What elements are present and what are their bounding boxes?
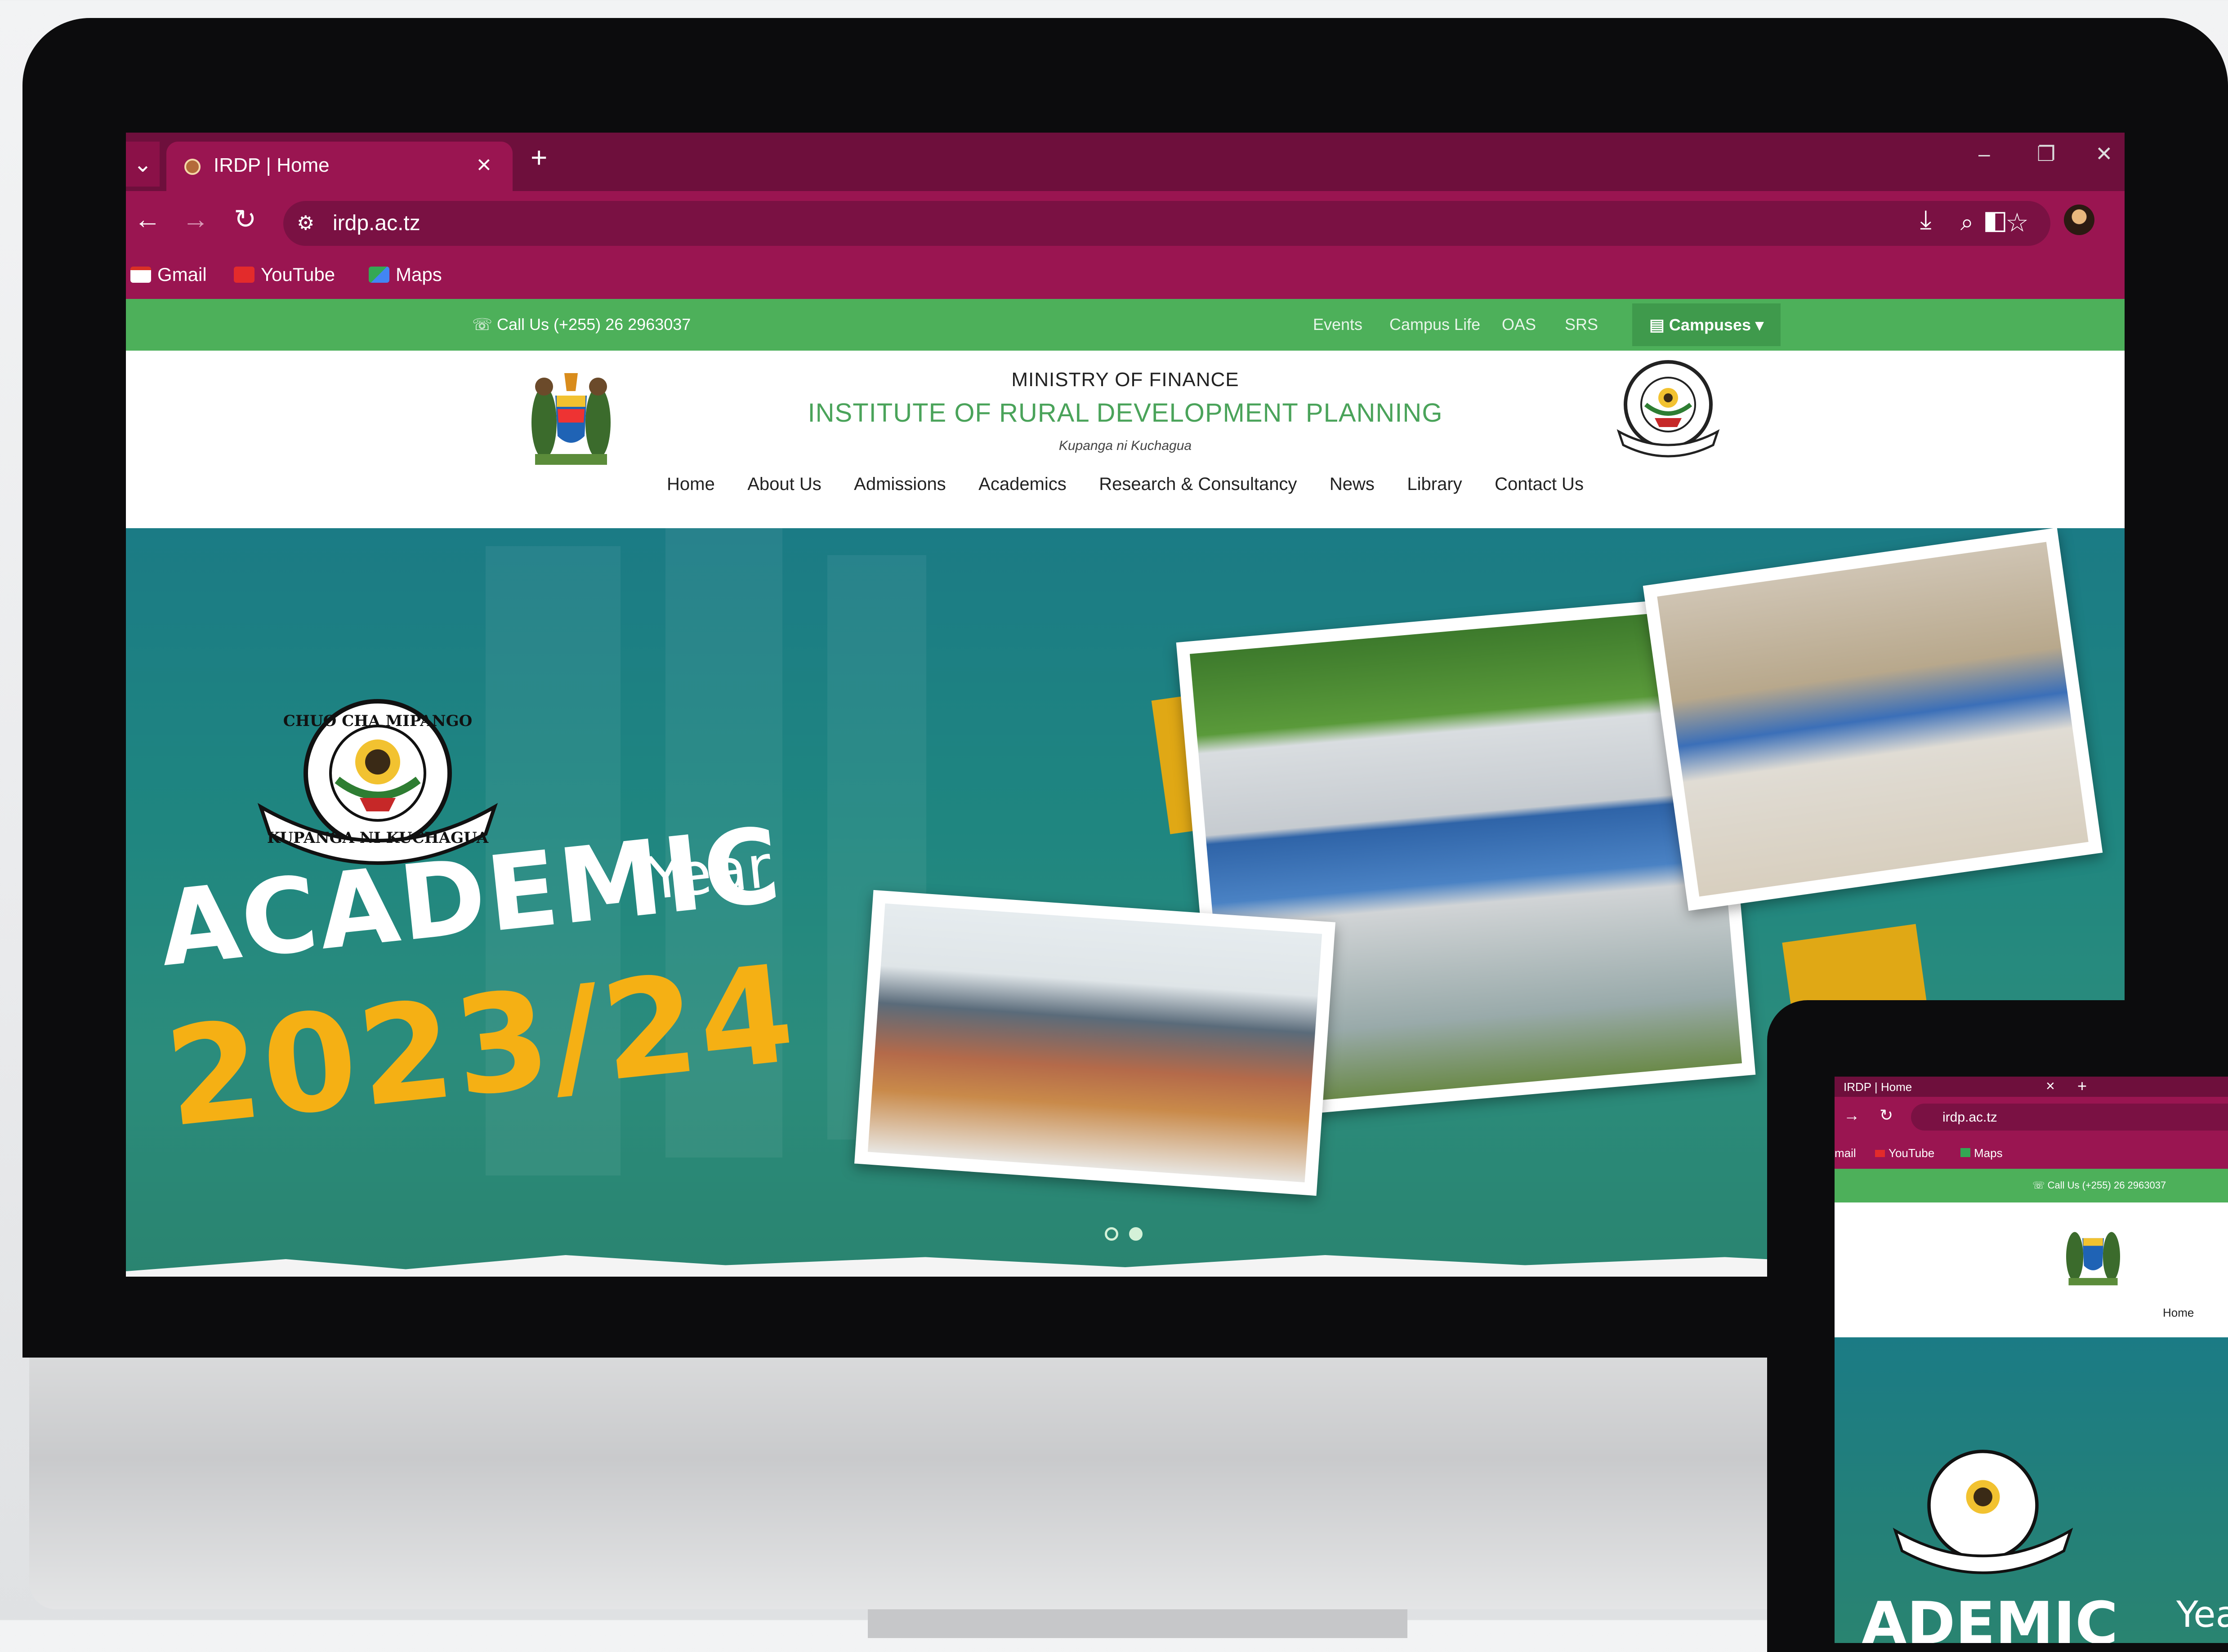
bookmark-maps[interactable]: Maps xyxy=(369,264,442,285)
topbar-link-srs[interactable]: SRS xyxy=(1565,315,1598,334)
tablet-toolbar: → ↻ irdp.ac.tz xyxy=(1835,1097,2228,1137)
url-text: irdp.ac.tz xyxy=(333,211,420,235)
browser-tab[interactable]: IRDP | Home × xyxy=(166,142,513,191)
youtube-icon xyxy=(234,267,255,283)
call-us-link[interactable]: ☏ Call Us (+255) 26 2963037 xyxy=(472,315,691,334)
slider-dot-1[interactable] xyxy=(1105,1227,1118,1241)
tablet-tab-strip: IRDP | Home × + xyxy=(1835,1077,2228,1097)
tablet-coat-of-arms[interactable] xyxy=(2059,1216,2127,1288)
irdp-seal-logo[interactable] xyxy=(1610,355,1727,463)
students-studying-photo xyxy=(1643,528,2103,911)
nav-about-us[interactable]: About Us xyxy=(747,474,822,494)
tablet-bookmarks-bar: mail YouTube Maps xyxy=(1835,1137,2228,1169)
side-panel-icon[interactable]: ◧ xyxy=(1983,205,2008,235)
tablet-screen: IRDP | Home × + → ↻ irdp.ac.tz mail YouT… xyxy=(1835,1077,2228,1643)
site-favicon-icon xyxy=(184,159,201,175)
tablet-hero-year-fragment: Yea xyxy=(2176,1594,2228,1635)
maps-icon xyxy=(1960,1148,1970,1157)
site-info-icon[interactable]: ⚙ xyxy=(297,210,324,237)
tab-search-button[interactable]: ⌄ xyxy=(126,142,160,187)
bookmark-youtube[interactable]: YouTube xyxy=(234,264,335,285)
motto-text: Kupanga ni Kuchagua xyxy=(1058,438,1192,453)
browser-toolbar: ← → ↻ ⚙ irdp.ac.tz ⌕ ☆ ⤓ ◧ ⋮ xyxy=(126,191,2125,254)
tab-close-icon[interactable]: × xyxy=(477,150,491,179)
main-navigation: Home About Us Admissions Academics Resea… xyxy=(126,474,2125,494)
tablet-forward-icon[interactable]: → xyxy=(1844,1106,1860,1125)
nav-news[interactable]: News xyxy=(1330,474,1375,494)
new-tab-icon[interactable]: + xyxy=(531,141,547,174)
nav-contact-us[interactable]: Contact Us xyxy=(1495,474,1584,494)
topbar-link-campus-life[interactable]: Campus Life xyxy=(1389,315,1480,334)
nav-research-consultancy[interactable]: Research & Consultancy xyxy=(1099,474,1297,494)
reload-icon[interactable]: ↻ xyxy=(234,204,256,235)
hero-year-word: Year xyxy=(644,832,775,913)
restore-icon[interactable]: ❐ xyxy=(2037,142,2055,166)
site-topbar: ☏ Call Us (+255) 26 2963037 Events Campu… xyxy=(126,299,2125,351)
nav-admissions[interactable]: Admissions xyxy=(854,474,946,494)
profile-avatar[interactable] xyxy=(2064,205,2094,235)
tablet-new-tab-icon[interactable]: + xyxy=(2077,1077,2087,1095)
campuses-dropdown[interactable]: ▤ Campuses ▾ xyxy=(1632,303,1781,346)
tablet-url-text: irdp.ac.tz xyxy=(1942,1110,1997,1125)
download-icon[interactable]: ⤓ xyxy=(1920,205,1932,235)
tablet-bookmark-maps[interactable]: Maps xyxy=(1960,1146,2003,1160)
bookmark-gmail[interactable]: Gmail xyxy=(130,264,207,285)
site-header: MINISTRY OF FINANCE INSTITUTE OF RURAL D… xyxy=(126,351,2125,531)
tab-strip: ⌄ IRDP | Home × + – ❐ ✕ xyxy=(126,133,2125,191)
address-bar[interactable]: ⚙ irdp.ac.tz ⌕ ☆ xyxy=(283,201,2050,246)
ministry-label: MINISTRY OF FINANCE xyxy=(1011,369,1239,391)
tablet-topbar: ☏ Call Us (+255) 26 2963037 xyxy=(1835,1169,2228,1202)
menu-icon[interactable]: ⋮ xyxy=(2113,205,2125,235)
tablet-device: IRDP | Home × + → ↻ irdp.ac.tz mail YouT… xyxy=(1767,1000,2228,1652)
tablet-hero-text: ADEMIC xyxy=(1862,1589,2118,1643)
tablet-header: Home xyxy=(1835,1202,2228,1337)
nav-home[interactable]: Home xyxy=(667,474,715,494)
tablet-nav-home[interactable]: Home xyxy=(2163,1306,2194,1320)
tablet-address-bar[interactable]: irdp.ac.tz xyxy=(1911,1104,2228,1131)
topbar-link-events[interactable]: Events xyxy=(1313,315,1362,334)
forward-arrow-icon[interactable]: → xyxy=(182,204,209,235)
lecture-hall-photo xyxy=(854,890,1336,1196)
nav-academics[interactable]: Academics xyxy=(978,474,1067,494)
tablet-tab-title[interactable]: IRDP | Home xyxy=(1844,1080,1912,1094)
tablet-hero: ADEMIC Yea xyxy=(1835,1337,2228,1643)
youtube-icon xyxy=(1875,1150,1885,1157)
tablet-tab-close-icon[interactable]: × xyxy=(2046,1078,2055,1095)
tab-title: IRDP | Home xyxy=(214,154,330,176)
badge-top-text: CHUO CHA MIPANGO xyxy=(283,712,472,730)
tablet-bookmark-youtube[interactable]: YouTube xyxy=(1875,1146,1934,1160)
zoom-icon[interactable]: ⌕ xyxy=(1960,209,1973,236)
slider-dots xyxy=(1099,1227,1148,1243)
bookmarks-bar: Gmail YouTube Maps xyxy=(126,254,2125,299)
back-arrow-icon[interactable]: ← xyxy=(134,204,161,235)
minimize-icon[interactable]: – xyxy=(1978,142,1990,166)
slider-dot-2[interactable] xyxy=(1129,1227,1143,1241)
gmail-icon xyxy=(130,267,151,283)
tablet-bookmark-gmail[interactable]: mail xyxy=(1835,1146,1856,1160)
nav-library[interactable]: Library xyxy=(1407,474,1462,494)
tablet-reload-icon[interactable]: ↻ xyxy=(1880,1106,1893,1125)
window-close-icon[interactable]: ✕ xyxy=(2095,142,2113,166)
maps-icon xyxy=(369,267,389,283)
bookmark-star-icon[interactable]: ☆ xyxy=(2005,207,2029,238)
institute-title: INSTITUTE OF RURAL DEVELOPMENT PLANNING xyxy=(808,398,1443,427)
topbar-link-oas[interactable]: OAS xyxy=(1502,315,1536,334)
tablet-badge xyxy=(1893,1450,2073,1574)
tablet-call-us[interactable]: ☏ Call Us (+255) 26 2963037 xyxy=(2032,1180,2166,1191)
monitor-stand xyxy=(868,1609,1407,1638)
